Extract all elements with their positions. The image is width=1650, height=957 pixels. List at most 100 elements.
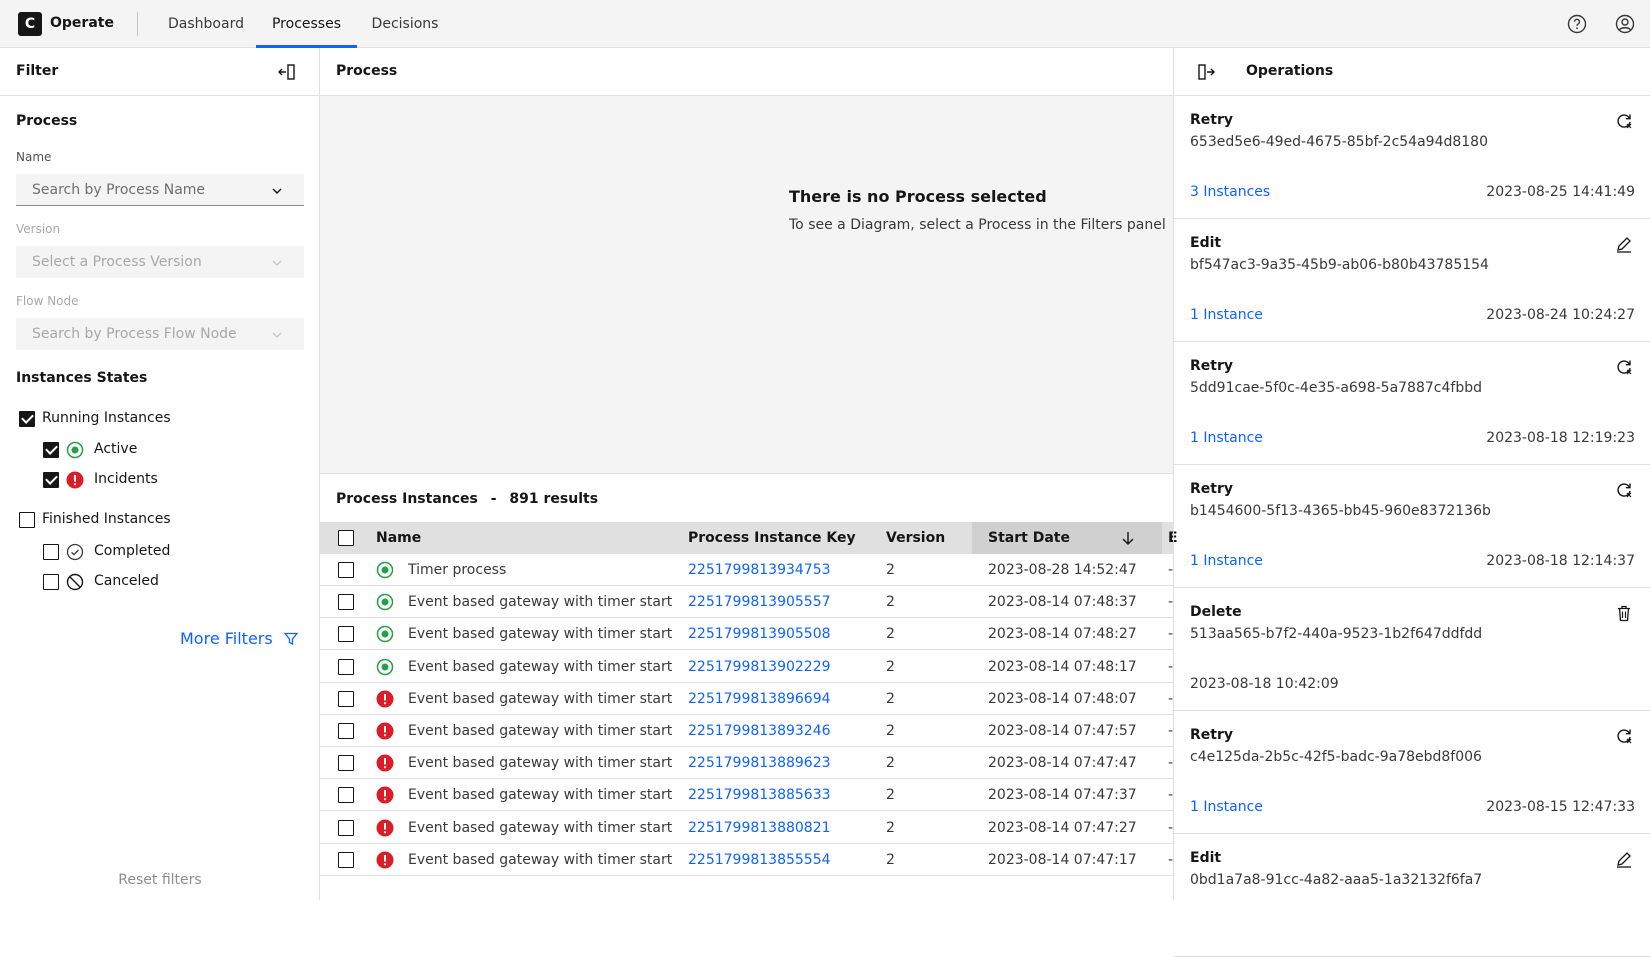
- instance-key-link[interactable]: 2251799813905557: [688, 594, 831, 610]
- instance-name: Event based gateway with timer start: [408, 787, 673, 804]
- instance-key-link[interactable]: 2251799813889623: [688, 755, 831, 771]
- camunda-logo[interactable]: C: [18, 12, 42, 36]
- column-instance-key[interactable]: Process Instance Key: [688, 530, 856, 546]
- instance-start-date: 2023-08-28 14:52:47: [988, 562, 1137, 578]
- operation-id: c4e125da-2b5c-42f5-badc-9a78ebd8f006: [1190, 749, 1482, 765]
- instance-version: 2: [886, 690, 895, 707]
- instance-key-link[interactable]: 2251799813902229: [688, 659, 831, 675]
- nav-decisions[interactable]: Decisions: [357, 0, 453, 48]
- process-title: Process: [336, 63, 398, 79]
- instance-key-link[interactable]: 2251799813880821: [688, 820, 831, 836]
- instance-version: 2: [886, 819, 895, 836]
- completed-checkbox[interactable]: [43, 544, 59, 560]
- incident-state-icon: [376, 722, 394, 740]
- nav-processes[interactable]: Processes: [256, 0, 357, 48]
- table-row[interactable]: Event based gateway with timer start 2251…: [320, 586, 1173, 619]
- sort-descending-icon[interactable]: [1120, 530, 1136, 546]
- operation-id: 513aa565-b7f2-440a-9523-1b2f647ddfdd: [1190, 626, 1483, 642]
- table-row[interactable]: Event based gateway with timer start 2251…: [320, 812, 1173, 844]
- row-checkbox[interactable]: [338, 787, 354, 804]
- process-name-dropdown[interactable]: Search by Process Name: [16, 174, 304, 206]
- instance-start-date: 2023-08-14 07:47:57: [988, 723, 1137, 739]
- collapse-operations-icon[interactable]: [1196, 62, 1216, 82]
- header-divider: [137, 12, 138, 36]
- row-checkbox[interactable]: [338, 626, 354, 643]
- nav-dashboard[interactable]: Dashboard: [156, 0, 256, 48]
- more-filters-label: More Filters: [180, 629, 273, 648]
- active-state-icon: [376, 658, 394, 675]
- row-checkbox[interactable]: [338, 819, 354, 836]
- instance-name: Event based gateway with timer start: [408, 690, 673, 707]
- active-label[interactable]: Active: [94, 441, 137, 457]
- instance-key-link[interactable]: 2251799813896694: [688, 691, 831, 707]
- finished-instances-checkbox[interactable]: [19, 512, 35, 528]
- incident-state-icon: [376, 690, 394, 708]
- instance-name: Event based gateway with timer start: [408, 626, 673, 643]
- results-separator: -: [490, 491, 497, 507]
- instance-start-date: 2023-08-14 07:48:27: [988, 626, 1137, 643]
- row-checkbox[interactable]: [338, 594, 354, 611]
- operation-instances-link[interactable]: 1 Instance: [1190, 307, 1263, 323]
- instance-name: Event based gateway with timer start: [408, 755, 673, 772]
- table-row[interactable]: Event based gateway with timer start 2251…: [320, 747, 1173, 780]
- table-header: Name Process Instance Key Version Start …: [320, 522, 1178, 554]
- running-instances-label[interactable]: Running Instances: [42, 410, 171, 426]
- instance-key-link[interactable]: 2251799813893246: [688, 723, 831, 739]
- instance-start-date: 2023-08-14 07:47:37: [988, 787, 1137, 804]
- help-icon[interactable]: [1566, 13, 1588, 35]
- version-label: Version: [16, 222, 61, 236]
- table-row[interactable]: Event based gateway with timer start 2251…: [320, 651, 1173, 683]
- column-name[interactable]: Name: [376, 530, 421, 546]
- operation-date: 2023-08-24 10:24:27: [1486, 307, 1635, 323]
- table-row[interactable]: Event based gateway with timer start 2251…: [320, 844, 1173, 876]
- canceled-checkbox[interactable]: [43, 574, 59, 590]
- instance-key-link[interactable]: 2251799813855554: [688, 852, 831, 868]
- operation-instances-link[interactable]: 1 Instance: [1190, 553, 1263, 569]
- select-all-checkbox[interactable]: [338, 530, 354, 546]
- incidents-checkbox[interactable]: [43, 472, 59, 488]
- main-panel: Process There is no Process selected To …: [320, 48, 1178, 900]
- active-state-icon: [376, 626, 394, 643]
- finished-instances-label[interactable]: Finished Instances: [42, 511, 171, 527]
- instance-name: Event based gateway with timer start: [408, 723, 673, 739]
- operation-entry: Edit 0bd1a7a8-91cc-4a82-aaa5-1a32132f6fa7: [1174, 834, 1650, 957]
- row-checkbox[interactable]: [338, 690, 354, 707]
- row-checkbox[interactable]: [338, 755, 354, 772]
- table-row[interactable]: Event based gateway with timer start 2251…: [320, 618, 1173, 651]
- flow-node-dropdown[interactable]: Search by Process Flow Node: [16, 318, 304, 350]
- collapse-panel-icon[interactable]: [277, 62, 297, 82]
- row-checkbox[interactable]: [338, 851, 354, 868]
- column-start-date[interactable]: Start Date: [988, 530, 1070, 546]
- active-checkbox[interactable]: [43, 442, 59, 458]
- row-checkbox[interactable]: [338, 658, 354, 675]
- instance-key-link[interactable]: 2251799813885633: [688, 787, 831, 803]
- row-checkbox[interactable]: [338, 723, 354, 739]
- canceled-label[interactable]: Canceled: [94, 573, 159, 589]
- name-label: Name: [16, 150, 52, 164]
- completed-label[interactable]: Completed: [94, 543, 170, 559]
- reset-filters-button[interactable]: Reset filters: [0, 872, 320, 888]
- table-row[interactable]: Event based gateway with timer start 2251…: [320, 683, 1173, 715]
- instance-key-link[interactable]: 2251799813934753: [688, 562, 831, 578]
- operation-instances-link[interactable]: 1 Instance: [1190, 799, 1263, 815]
- row-checkbox[interactable]: [338, 562, 354, 578]
- user-icon[interactable]: [1614, 13, 1636, 35]
- operation-type: Edit: [1190, 850, 1222, 866]
- operation-instances-link[interactable]: 3 Instances: [1190, 184, 1270, 200]
- retry-icon: [1617, 360, 1632, 375]
- table-row[interactable]: Event based gateway with timer start 2251…: [320, 715, 1173, 747]
- instance-version: 2: [886, 594, 895, 611]
- table-row[interactable]: Timer process 2251799813934753 2 2023-08-28…: [320, 554, 1173, 586]
- running-instances-checkbox[interactable]: [19, 411, 35, 427]
- operation-instances-link[interactable]: 1 Instance: [1190, 430, 1263, 446]
- operations-header: Operations: [1174, 48, 1650, 96]
- more-filters-button[interactable]: More Filters: [180, 629, 299, 648]
- instance-key-link[interactable]: 2251799813905508: [688, 626, 831, 642]
- operation-type: Edit: [1190, 235, 1222, 251]
- column-version[interactable]: Version: [886, 530, 945, 546]
- incidents-label[interactable]: Incidents: [94, 471, 158, 487]
- process-version-dropdown[interactable]: Select a Process Version: [16, 246, 304, 278]
- operation-entry: Retry 653ed5e6-49ed-4675-85bf-2c54a94d818…: [1174, 96, 1650, 219]
- brand-name[interactable]: Operate: [50, 15, 114, 31]
- table-row[interactable]: Event based gateway with timer start 2251…: [320, 779, 1173, 812]
